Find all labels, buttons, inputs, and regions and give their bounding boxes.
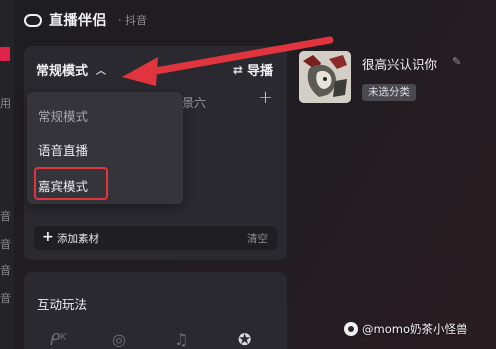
category-tag[interactable]: 未选分类 [362, 84, 416, 101]
annotation-highlight-box [34, 167, 108, 200]
background-text-fragment: 音 [0, 238, 11, 251]
background-window-strip: 用 音 音 音 音 [0, 0, 14, 349]
background-text-fragment: 音 [0, 210, 11, 223]
watermark-text: @momo奶茶小怪兽 [362, 322, 468, 336]
director-button[interactable]: ⇄ 导播 [232, 60, 273, 80]
logo-ring-icon [24, 13, 42, 27]
app-window: 用 音 音 音 音 直播伴侣 · 抖音 常规模式 ︿ ⇄ 导播 景六 + + 添… [0, 0, 496, 349]
add-material-button[interactable]: 添加素材 [57, 231, 99, 246]
interact-panel-title: 互动玩法 [37, 297, 88, 312]
swap-arrows-icon: ⇄ [232, 62, 243, 77]
gift-icon[interactable]: ◎ [112, 330, 126, 349]
pk-icon[interactable]: ᑭᴷ [50, 330, 67, 349]
menu-item-voice-live[interactable]: 语音直播 [38, 140, 88, 159]
menu-item-normal-mode[interactable]: 常规模式 [38, 106, 88, 125]
music-icon[interactable]: ♫ [174, 330, 188, 349]
platform-label: · 抖音 [118, 14, 147, 27]
add-material-bar: + 添加素材 清空 [34, 226, 277, 250]
video-thumbnail[interactable] [299, 51, 351, 103]
video-title: 很高兴认识你 [362, 57, 438, 72]
clear-button[interactable]: 清空 [247, 231, 268, 246]
star-badge-icon[interactable]: ✪ [238, 330, 251, 349]
background-red-badge [0, 47, 10, 61]
plus-icon[interactable]: + [42, 229, 54, 245]
mode-select-label: 常规模式 [36, 64, 89, 79]
director-label: 导播 [246, 64, 273, 79]
thumbnail-artwork [299, 51, 351, 103]
background-text-fragment: 音 [0, 264, 11, 277]
tab-scene-six[interactable]: 景六 [182, 94, 206, 111]
watermark-logo-icon [344, 322, 358, 336]
add-scene-plus-icon[interactable]: + [258, 87, 273, 108]
mode-select[interactable]: 常规模式 ︿ [36, 60, 106, 79]
background-text-fragment: 音 [0, 292, 11, 305]
edit-pencil-icon[interactable]: ✎ [452, 55, 461, 68]
watermark: @momo奶茶小怪兽 [344, 321, 467, 337]
mode-dropdown-menu: 常规模式 语音直播 嘉宾模式 [27, 92, 183, 204]
chevron-up-icon: ︿ [96, 66, 107, 77]
app-name: 直播伴侣 [49, 13, 107, 29]
interact-panel: 互动玩法 ᑭᴷ ◎ ♫ ✪ [24, 272, 287, 349]
background-text-fragment: 用 [0, 97, 11, 110]
app-header: 直播伴侣 · 抖音 [24, 10, 147, 30]
